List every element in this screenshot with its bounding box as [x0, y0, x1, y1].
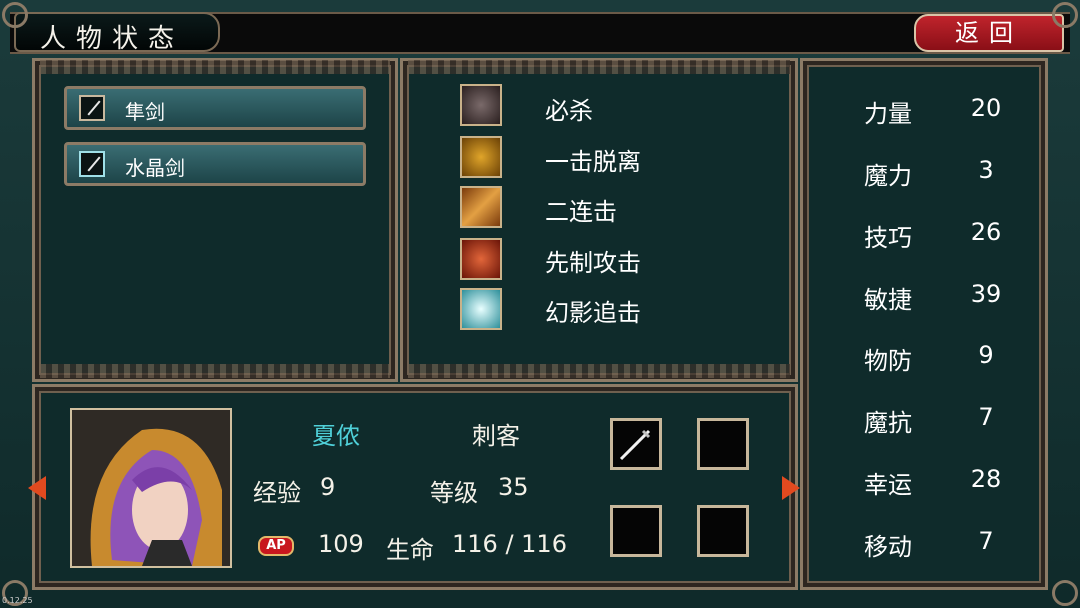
- skill-name: 幻影追击: [545, 299, 641, 327]
- next-character-arrow-icon[interactable]: [782, 476, 800, 500]
- stat-label: 移动: [864, 533, 912, 561]
- stat-label: 力量: [864, 100, 912, 128]
- double-blade-skill-icon[interactable]: [460, 186, 502, 228]
- hp-value: 116 / 116: [452, 530, 567, 558]
- stat-value: 3: [978, 156, 994, 184]
- equip-slot-dagger[interactable]: [610, 418, 662, 470]
- corner-ornament: [2, 2, 28, 28]
- stat-value: 39: [970, 280, 1002, 308]
- wolf-skill-icon[interactable]: [460, 84, 502, 126]
- level-value: 35: [498, 473, 529, 501]
- golden-beast-skill-icon[interactable]: [460, 136, 502, 178]
- back-button[interactable]: 返回: [914, 14, 1064, 52]
- level-label: 等级: [430, 479, 478, 507]
- stat-value: 9: [978, 341, 994, 369]
- ap-badge: AP: [258, 536, 294, 556]
- character-name: 夏侬: [312, 422, 360, 450]
- phantom-slash-skill-icon[interactable]: [460, 288, 502, 330]
- stat-label: 魔力: [864, 162, 912, 190]
- skill-name: 二连击: [545, 198, 617, 226]
- skill-name: 一击脱离: [545, 148, 641, 176]
- equip-slot-empty[interactable]: [697, 505, 749, 557]
- stat-label: 技巧: [864, 224, 912, 252]
- skill-name: 先制攻击: [545, 249, 641, 277]
- exp-value: 9: [320, 473, 336, 501]
- stat-value: 28: [970, 465, 1002, 493]
- prev-character-arrow-icon[interactable]: [28, 476, 46, 500]
- ap-value: 109: [318, 530, 364, 558]
- stat-value: 26: [970, 218, 1002, 246]
- skill-name: 必杀: [545, 97, 593, 125]
- stat-value: 7: [978, 403, 994, 431]
- hp-label: 生命: [386, 536, 434, 564]
- weapon-item[interactable]: 水晶剑: [64, 142, 366, 186]
- stat-label: 魔抗: [864, 409, 912, 437]
- exp-label: 经验: [253, 479, 301, 507]
- panel-ornament: [40, 60, 390, 74]
- panel-ornament: [408, 60, 790, 74]
- equip-slot-empty[interactable]: [697, 418, 749, 470]
- equip-slot-empty[interactable]: [610, 505, 662, 557]
- character-class: 刺客: [472, 422, 520, 450]
- portrait-image: [72, 410, 230, 566]
- fiery-face-skill-icon[interactable]: [460, 238, 502, 280]
- character-portrait: [70, 408, 232, 568]
- panel-ornament: [408, 364, 790, 378]
- stat-label: 敏捷: [864, 286, 912, 314]
- crystal-sword-icon: [79, 151, 105, 177]
- corner-ornament: [1052, 580, 1078, 606]
- sword-icon: [79, 95, 105, 121]
- stat-value: 7: [978, 527, 994, 555]
- stat-value: 20: [970, 94, 1002, 122]
- page-title: 人物状态: [40, 24, 185, 54]
- dagger-icon: [619, 429, 651, 461]
- stat-label: 物防: [864, 347, 912, 375]
- version-text: 0.12.25: [2, 596, 33, 605]
- weapon-name: 水晶剑: [125, 156, 185, 180]
- stats-panel: [800, 58, 1048, 590]
- weapon-name: 隼剑: [125, 100, 165, 124]
- stat-label: 幸运: [864, 471, 912, 499]
- panel-ornament: [40, 364, 390, 378]
- corner-ornament: [1052, 2, 1078, 28]
- weapon-item[interactable]: 隼剑: [64, 86, 366, 130]
